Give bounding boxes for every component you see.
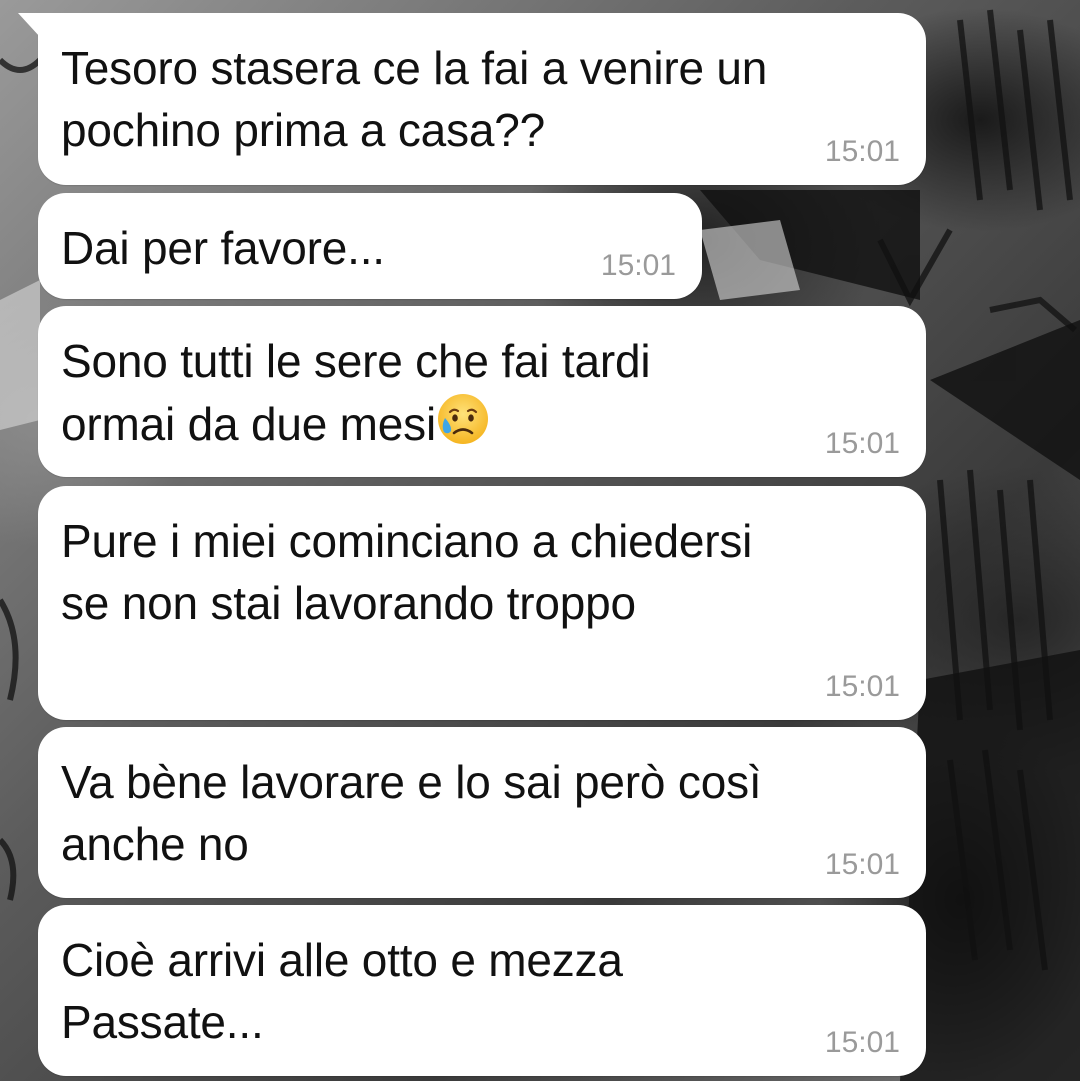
message-time: 15:01 bbox=[600, 249, 676, 282]
incoming-message[interactable]: Pure i miei cominciano a chiedersi se no… bbox=[38, 486, 926, 720]
message-time: 15:01 bbox=[824, 427, 900, 460]
message-text-content: Sono tutti le sere che fai tardi ormai d… bbox=[61, 335, 651, 450]
incoming-message[interactable]: Va bène lavorare e lo sai però così anch… bbox=[38, 727, 926, 898]
incoming-message[interactable]: Dai per favore... 15:01 bbox=[38, 193, 702, 299]
message-thread[interactable]: Tesoro stasera ce la fai a venire un poc… bbox=[0, 0, 1080, 1081]
message-text: Va bène lavorare e lo sai però così anch… bbox=[61, 756, 762, 870]
message-time: 15:01 bbox=[824, 670, 900, 703]
message-time: 15:01 bbox=[824, 848, 900, 881]
incoming-message[interactable]: Tesoro stasera ce la fai a venire un poc… bbox=[18, 13, 926, 185]
sad-relieved-face-emoji bbox=[438, 394, 488, 444]
message-time: 15:01 bbox=[824, 1026, 900, 1059]
bubble-tail bbox=[18, 13, 40, 37]
message-text: Tesoro stasera ce la fai a venire un poc… bbox=[61, 42, 768, 156]
message-text: Dai per favore... bbox=[61, 222, 385, 274]
message-text: Cioè arrivi alle otto e mezza Passate... bbox=[61, 934, 623, 1048]
message-text: Pure i miei cominciano a chiedersi se no… bbox=[61, 515, 753, 629]
message-text: Sono tutti le sere che fai tardi ormai d… bbox=[61, 330, 651, 455]
incoming-message[interactable]: Cioè arrivi alle otto e mezza Passate...… bbox=[38, 905, 926, 1076]
incoming-message[interactable]: Sono tutti le sere che fai tardi ormai d… bbox=[38, 306, 926, 477]
message-time: 15:01 bbox=[824, 135, 900, 168]
